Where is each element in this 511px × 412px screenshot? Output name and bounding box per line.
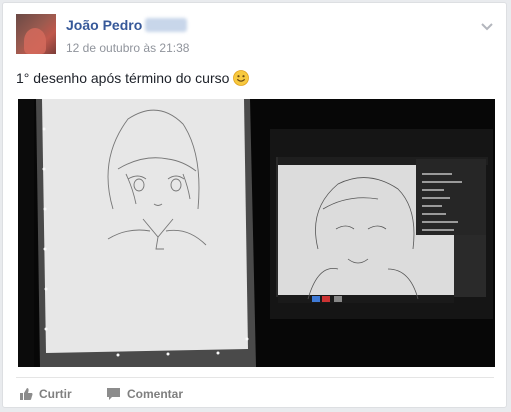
chevron-down-icon[interactable] [480,19,494,33]
post-card: João Pedro 12 de outubro às 21:38 1° des… [2,2,507,408]
post-photo[interactable] [18,99,495,367]
post-body: 1° desenho após término do curso [16,70,250,86]
smiley-emoji-icon [233,70,250,86]
avatar[interactable] [16,14,56,54]
author-name[interactable]: João Pedro [66,17,142,33]
photo-drawing-and-monitor [18,99,495,367]
like-label: Curtir [39,387,72,401]
author-row: João Pedro [66,16,188,34]
author-surname-redacted [145,18,188,32]
speech-bubble-icon [107,388,120,400]
comment-button[interactable]: Comentar [106,387,183,401]
action-bar: Curtir Comentar [16,377,494,408]
post-text: 1° desenho após término do curso [16,70,230,86]
post-timestamp[interactable]: 12 de outubro às 21:38 [66,41,189,55]
thumbs-up-icon [20,388,33,400]
comment-label: Comentar [127,387,184,401]
like-button[interactable]: Curtir [19,387,72,401]
